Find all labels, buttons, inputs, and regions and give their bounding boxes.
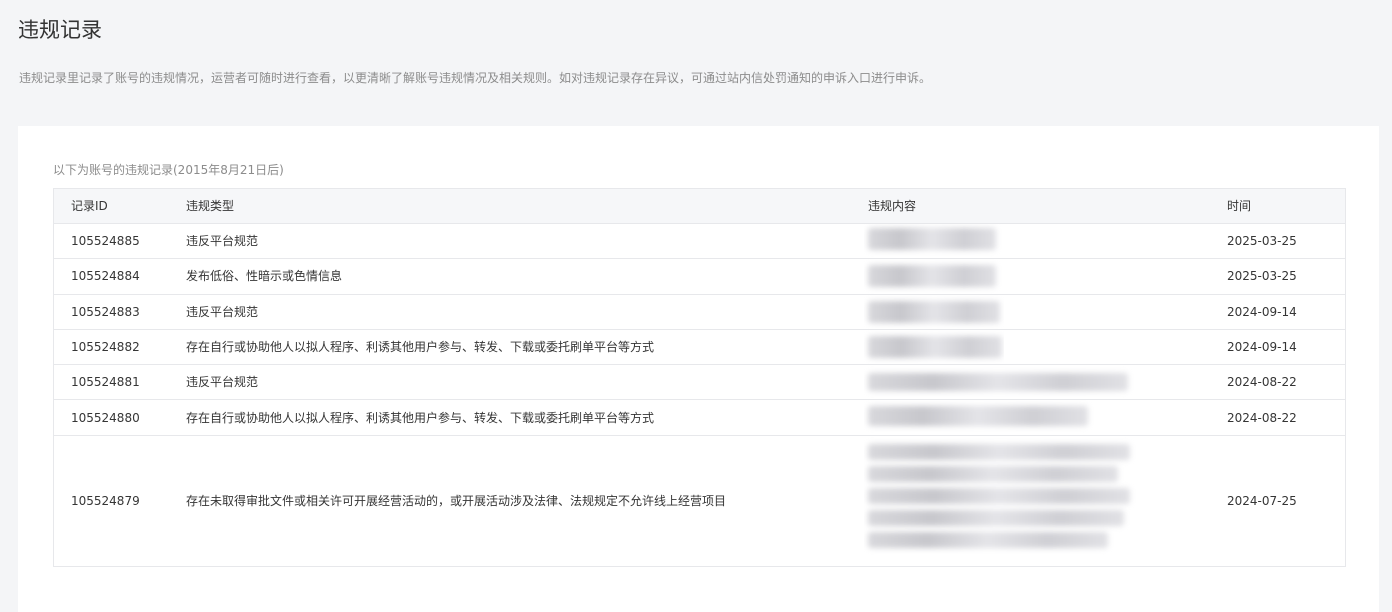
page-title: 违规记录: [18, 18, 102, 42]
violation-content-redacted: [864, 365, 1139, 399]
violation-type: 发布低俗、性暗示或色情信息: [186, 269, 343, 284]
violation-type: 存在自行或协助他人以拟人程序、利诱其他用户参与、转发、下载或委托刷单平台等方式: [186, 340, 655, 355]
violation-content-redacted: [864, 436, 1139, 566]
record-time: 2024-08-22: [1227, 410, 1297, 425]
record-id: 105524883: [71, 304, 140, 319]
record-time: 2024-07-25: [1227, 493, 1297, 508]
column-header-content: 违规内容: [868, 199, 917, 213]
violation-type: 存在未取得审批文件或相关许可开展经营活动的，或开展活动涉及法律、法规规定不允许线…: [186, 493, 727, 508]
violation-content-redacted: [864, 400, 1139, 434]
violation-records-table: 记录ID 违规类型 违规内容 时间 105524885 违反平台规范 2025-…: [53, 188, 1346, 567]
table-row: 105524881 违反平台规范 2024-08-22: [54, 365, 1345, 401]
record-id: 105524880: [71, 410, 140, 425]
table-header-row: 记录ID 违规类型 违规内容 时间: [54, 189, 1345, 224]
table-row: 105524879 存在未取得审批文件或相关许可开展经营活动的，或开展活动涉及法…: [54, 436, 1345, 566]
table-row: 105524882 存在自行或协助他人以拟人程序、利诱其他用户参与、转发、下载或…: [54, 330, 1345, 366]
record-id: 105524879: [71, 493, 140, 508]
table-caption: 以下为账号的违规记录(2015年8月21日后): [53, 163, 284, 177]
records-card: 以下为账号的违规记录(2015年8月21日后) 记录ID 违规类型 违规内容 时…: [18, 126, 1379, 612]
record-id: 105524884: [71, 269, 140, 284]
record-id: 105524882: [71, 340, 140, 355]
table-row: 105524885 违反平台规范 2025-03-25: [54, 224, 1345, 260]
record-time: 2025-03-25: [1227, 269, 1297, 284]
violation-content-redacted: [864, 224, 1004, 258]
column-header-type: 违规类型: [186, 199, 235, 213]
violation-content-redacted: [864, 330, 1004, 364]
table-row: 105524884 发布低俗、性暗示或色情信息 2025-03-25: [54, 259, 1345, 295]
violation-records-page: 违规记录 违规记录里记录了账号的违规情况，运营者可随时进行查看，以更清晰了解账号…: [0, 0, 1392, 612]
violation-type: 存在自行或协助他人以拟人程序、利诱其他用户参与、转发、下载或委托刷单平台等方式: [186, 410, 655, 425]
page-description: 违规记录里记录了账号的违规情况，运营者可随时进行查看，以更清晰了解账号违规情况及…: [19, 71, 932, 85]
violation-content-redacted: [864, 259, 1004, 293]
column-header-id: 记录ID: [71, 199, 108, 213]
column-header-time: 时间: [1227, 199, 1252, 213]
violation-content-redacted: [864, 295, 1004, 329]
table-row: 105524880 存在自行或协助他人以拟人程序、利诱其他用户参与、转发、下载或…: [54, 400, 1345, 436]
record-id: 105524885: [71, 234, 140, 249]
record-time: 2024-09-14: [1227, 304, 1297, 319]
record-id: 105524881: [71, 375, 140, 390]
record-time: 2024-08-22: [1227, 375, 1297, 390]
violation-type: 违反平台规范: [186, 234, 259, 249]
record-time: 2025-03-25: [1227, 234, 1297, 249]
violation-type: 违反平台规范: [186, 375, 259, 390]
violation-type: 违反平台规范: [186, 304, 259, 319]
table-row: 105524883 违反平台规范 2024-09-14: [54, 295, 1345, 330]
record-time: 2024-09-14: [1227, 340, 1297, 355]
